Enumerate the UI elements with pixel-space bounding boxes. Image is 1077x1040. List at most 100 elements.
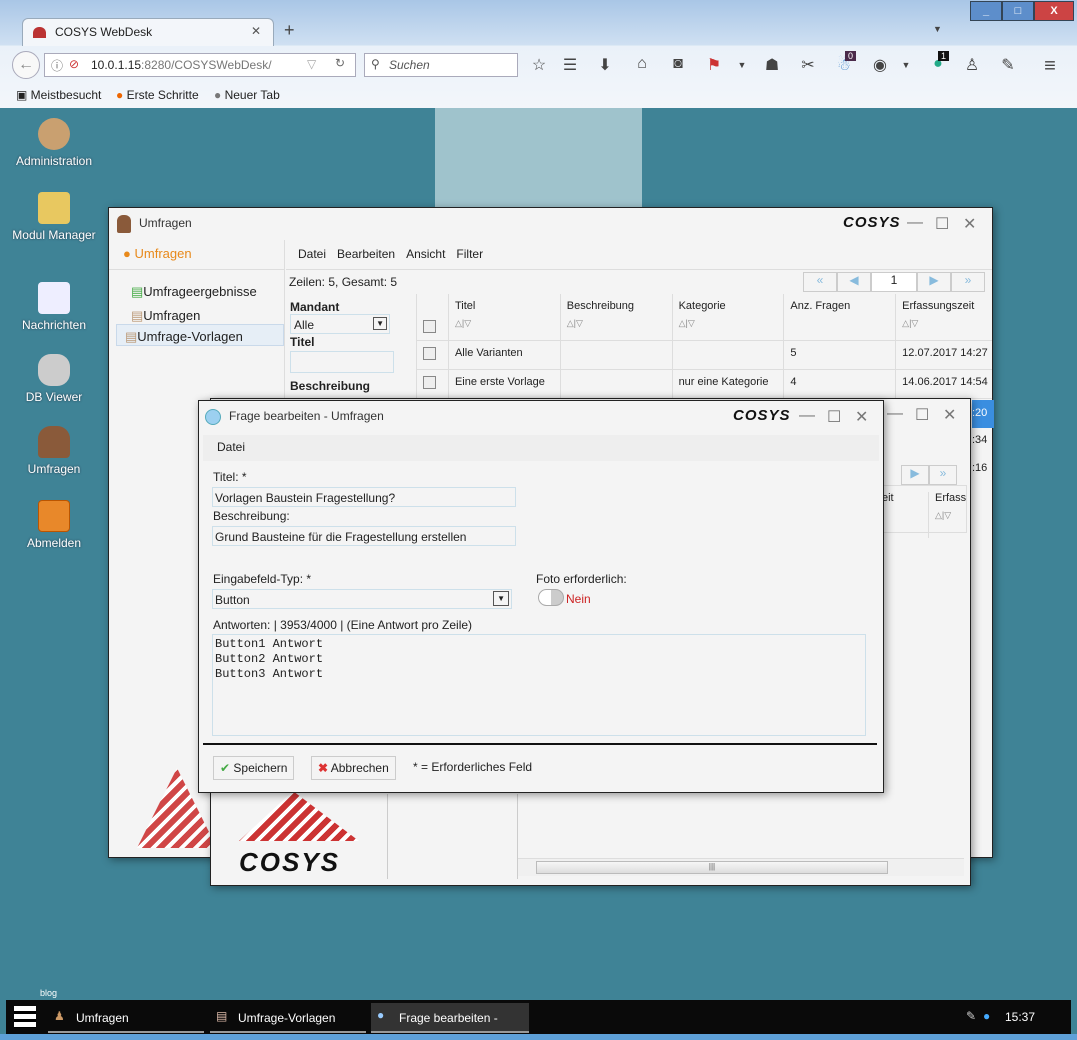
foto-toggle[interactable]	[538, 589, 564, 606]
speichern-button[interactable]: ✔ Speichern	[213, 756, 295, 780]
last-page-button[interactable]: »	[929, 465, 957, 485]
tab-list-dropdown-icon[interactable]: ▼	[933, 24, 942, 34]
select-all-checkbox[interactable]	[423, 320, 436, 333]
desktop-icon-abmelden[interactable]: Abmelden	[8, 500, 100, 550]
menu-filter[interactable]: Filter	[456, 247, 483, 261]
desktop-icon-administration[interactable]: Administration	[8, 118, 100, 168]
titel-filter-input[interactable]	[290, 351, 394, 373]
nav-item-umfrageergebnisse[interactable]: ▤Umfrageergebnisse	[109, 276, 284, 300]
column-erfassungszeit[interactable]: Erfass △|▽	[928, 492, 966, 538]
bookmark-meistbesucht[interactable]: ▣ Meistbesucht	[16, 88, 101, 102]
minimize-button[interactable]: —	[887, 405, 903, 423]
sort-icon[interactable]: △|▽	[455, 318, 554, 329]
desktop-icon-db-viewer[interactable]: DB Viewer	[8, 354, 100, 404]
last-page-button[interactable]: »	[951, 272, 985, 292]
url-dropdown-icon[interactable]: ▽	[307, 57, 316, 71]
cleaner-icon[interactable]: ⚑	[704, 55, 724, 75]
scrollbar-thumb[interactable]: |||	[536, 861, 888, 874]
prev-page-button[interactable]: ◀	[837, 272, 871, 292]
privacy-icon[interactable]: ◉	[870, 55, 890, 75]
sort-icon[interactable]: △|▽	[935, 510, 966, 521]
menu-ansicht[interactable]: Ansicht	[406, 247, 445, 261]
minimize-window-button[interactable]: _	[970, 1, 1002, 21]
eyedropper-icon[interactable]: ✎	[998, 55, 1018, 75]
home-icon[interactable]: ⌂	[632, 55, 652, 75]
bookmark-erste-schritte[interactable]: ● Erste Schritte	[116, 88, 199, 102]
first-page-button[interactable]: «	[803, 272, 837, 292]
sort-icon[interactable]: △|▽	[902, 318, 986, 329]
column-label: Kategorie	[678, 300, 726, 312]
eingabefeld-typ-select[interactable]: Button ▼	[212, 589, 512, 609]
reading-list-icon[interactable]: ☰	[560, 55, 580, 75]
row-partial[interactable]: :34	[972, 434, 987, 446]
start-menu-icon[interactable]	[14, 1006, 36, 1028]
desktop-icon-modul-manager[interactable]: Modul Manager	[8, 192, 100, 242]
row-checkbox[interactable]	[423, 376, 436, 389]
taskbar-item-umfragen[interactable]: ♟ Umfragen	[48, 1003, 204, 1033]
mandant-label: Mandant	[290, 300, 340, 314]
column-kategorie[interactable]: Kategorie △|▽	[673, 294, 785, 340]
menu-bearbeiten[interactable]: Bearbeiten	[337, 247, 395, 261]
desktop-icon-nachrichten[interactable]: Nachrichten	[8, 282, 100, 332]
beschreibung-input[interactable]: Grund Bausteine für die Fragestellung er…	[212, 526, 516, 546]
horizontal-scrollbar[interactable]: |||	[518, 858, 964, 876]
url-bar[interactable]: ⓘ ⊘ 10.0.1.15:8280/COSYSWebDesk/ ▽ ↻	[44, 53, 356, 77]
tray-info-icon[interactable]: ●	[983, 1009, 990, 1023]
close-button[interactable]: ✕	[943, 405, 956, 425]
back-button[interactable]: ←	[12, 51, 40, 79]
row-partial[interactable]: :16	[972, 462, 987, 474]
close-tab-icon[interactable]: ✕	[251, 24, 261, 38]
close-window-button[interactable]: X	[1034, 1, 1074, 21]
maximize-button[interactable]: ☐	[827, 407, 841, 427]
mandant-select[interactable]: Alle ▼	[290, 314, 390, 334]
close-button[interactable]: ✕	[963, 214, 976, 234]
notification-bell-icon[interactable]: ♙	[962, 55, 982, 75]
row-checkbox[interactable]	[423, 347, 436, 360]
taskbar-item-frage-bearbeiten[interactable]: ● Frage bearbeiten -	[371, 1003, 529, 1033]
maximize-button[interactable]: ☐	[935, 214, 949, 234]
minimize-button[interactable]: —	[799, 407, 815, 425]
column-beschreibung[interactable]: Beschreibung △|▽	[561, 294, 673, 340]
url-path: :8280/COSYSWebDesk/	[141, 58, 272, 72]
sort-icon[interactable]: △|▽	[567, 318, 666, 329]
column-titel[interactable]: Titel △|▽	[449, 294, 561, 340]
menu-datei[interactable]: Datei	[298, 247, 326, 261]
taskbar-item-umfrage-vorlagen[interactable]: ▤ Umfrage-Vorlagen	[210, 1003, 366, 1033]
search-icon: ⚲	[371, 57, 380, 71]
nav-item-umfrage-vorlagen[interactable]: ▤Umfrage-Vorlagen	[116, 324, 284, 346]
antworten-textarea[interactable]: Button1 Antwort Button2 Antwort Button3 …	[212, 634, 866, 736]
next-page-button[interactable]: ▶	[901, 465, 929, 485]
close-button[interactable]: ✕	[855, 407, 868, 427]
maximize-button[interactable]: ☐	[915, 405, 929, 425]
screenshot-icon[interactable]: ✂	[798, 55, 818, 75]
maximize-window-button[interactable]: □	[1002, 1, 1034, 21]
column-anz-fragen[interactable]: Anz. Fragen	[784, 294, 897, 340]
desktop-icon-umfragen[interactable]: Umfragen	[8, 426, 100, 476]
sort-icon[interactable]: △|▽	[679, 318, 778, 329]
nav-item-umfragen[interactable]: ▤Umfragen	[109, 300, 284, 324]
column-erfassungszeit[interactable]: Erfassungszeit △|▽	[896, 294, 992, 340]
next-page-button[interactable]: ▶	[917, 272, 951, 292]
new-tab-button[interactable]: +	[284, 20, 295, 41]
page-number-input[interactable]: 1	[871, 272, 917, 292]
minimize-button[interactable]: —	[907, 214, 923, 232]
extension-icon[interactable]: ☗	[762, 55, 782, 75]
tray-connection-icon[interactable]: ✎	[966, 1009, 976, 1023]
table-row[interactable]: Alle Varianten 5 12.07.2017 14:27	[417, 341, 992, 370]
titel-input[interactable]: Vorlagen Baustein Fragestellung?	[212, 487, 516, 507]
abbrechen-button[interactable]: ✖ Abbrechen	[311, 756, 396, 780]
nav-header[interactable]: ● Umfragen	[109, 240, 284, 270]
hamburger-menu-icon[interactable]: ≡	[1040, 55, 1060, 77]
selected-row-partial[interactable]: :20	[972, 400, 994, 428]
menu-datei[interactable]: Datei	[217, 440, 245, 454]
browser-tab[interactable]: COSYS WebDesk ✕	[22, 18, 274, 46]
bookmark-neuer-tab[interactable]: ● Neuer Tab	[214, 88, 280, 102]
reload-icon[interactable]: ↻	[335, 56, 345, 70]
table-row[interactable]: Eine erste Vorlage nur eine Kategorie 4 …	[417, 370, 992, 399]
search-input[interactable]: ⚲ Suchen	[364, 53, 518, 77]
privacy-dropdown-icon[interactable]: ▼	[896, 60, 916, 80]
bookmark-star-icon[interactable]: ☆	[529, 55, 549, 75]
download-icon[interactable]: ⬇	[595, 55, 615, 75]
cleaner-dropdown-icon[interactable]: ▼	[732, 60, 752, 80]
pocket-icon[interactable]: ◙	[668, 55, 688, 75]
